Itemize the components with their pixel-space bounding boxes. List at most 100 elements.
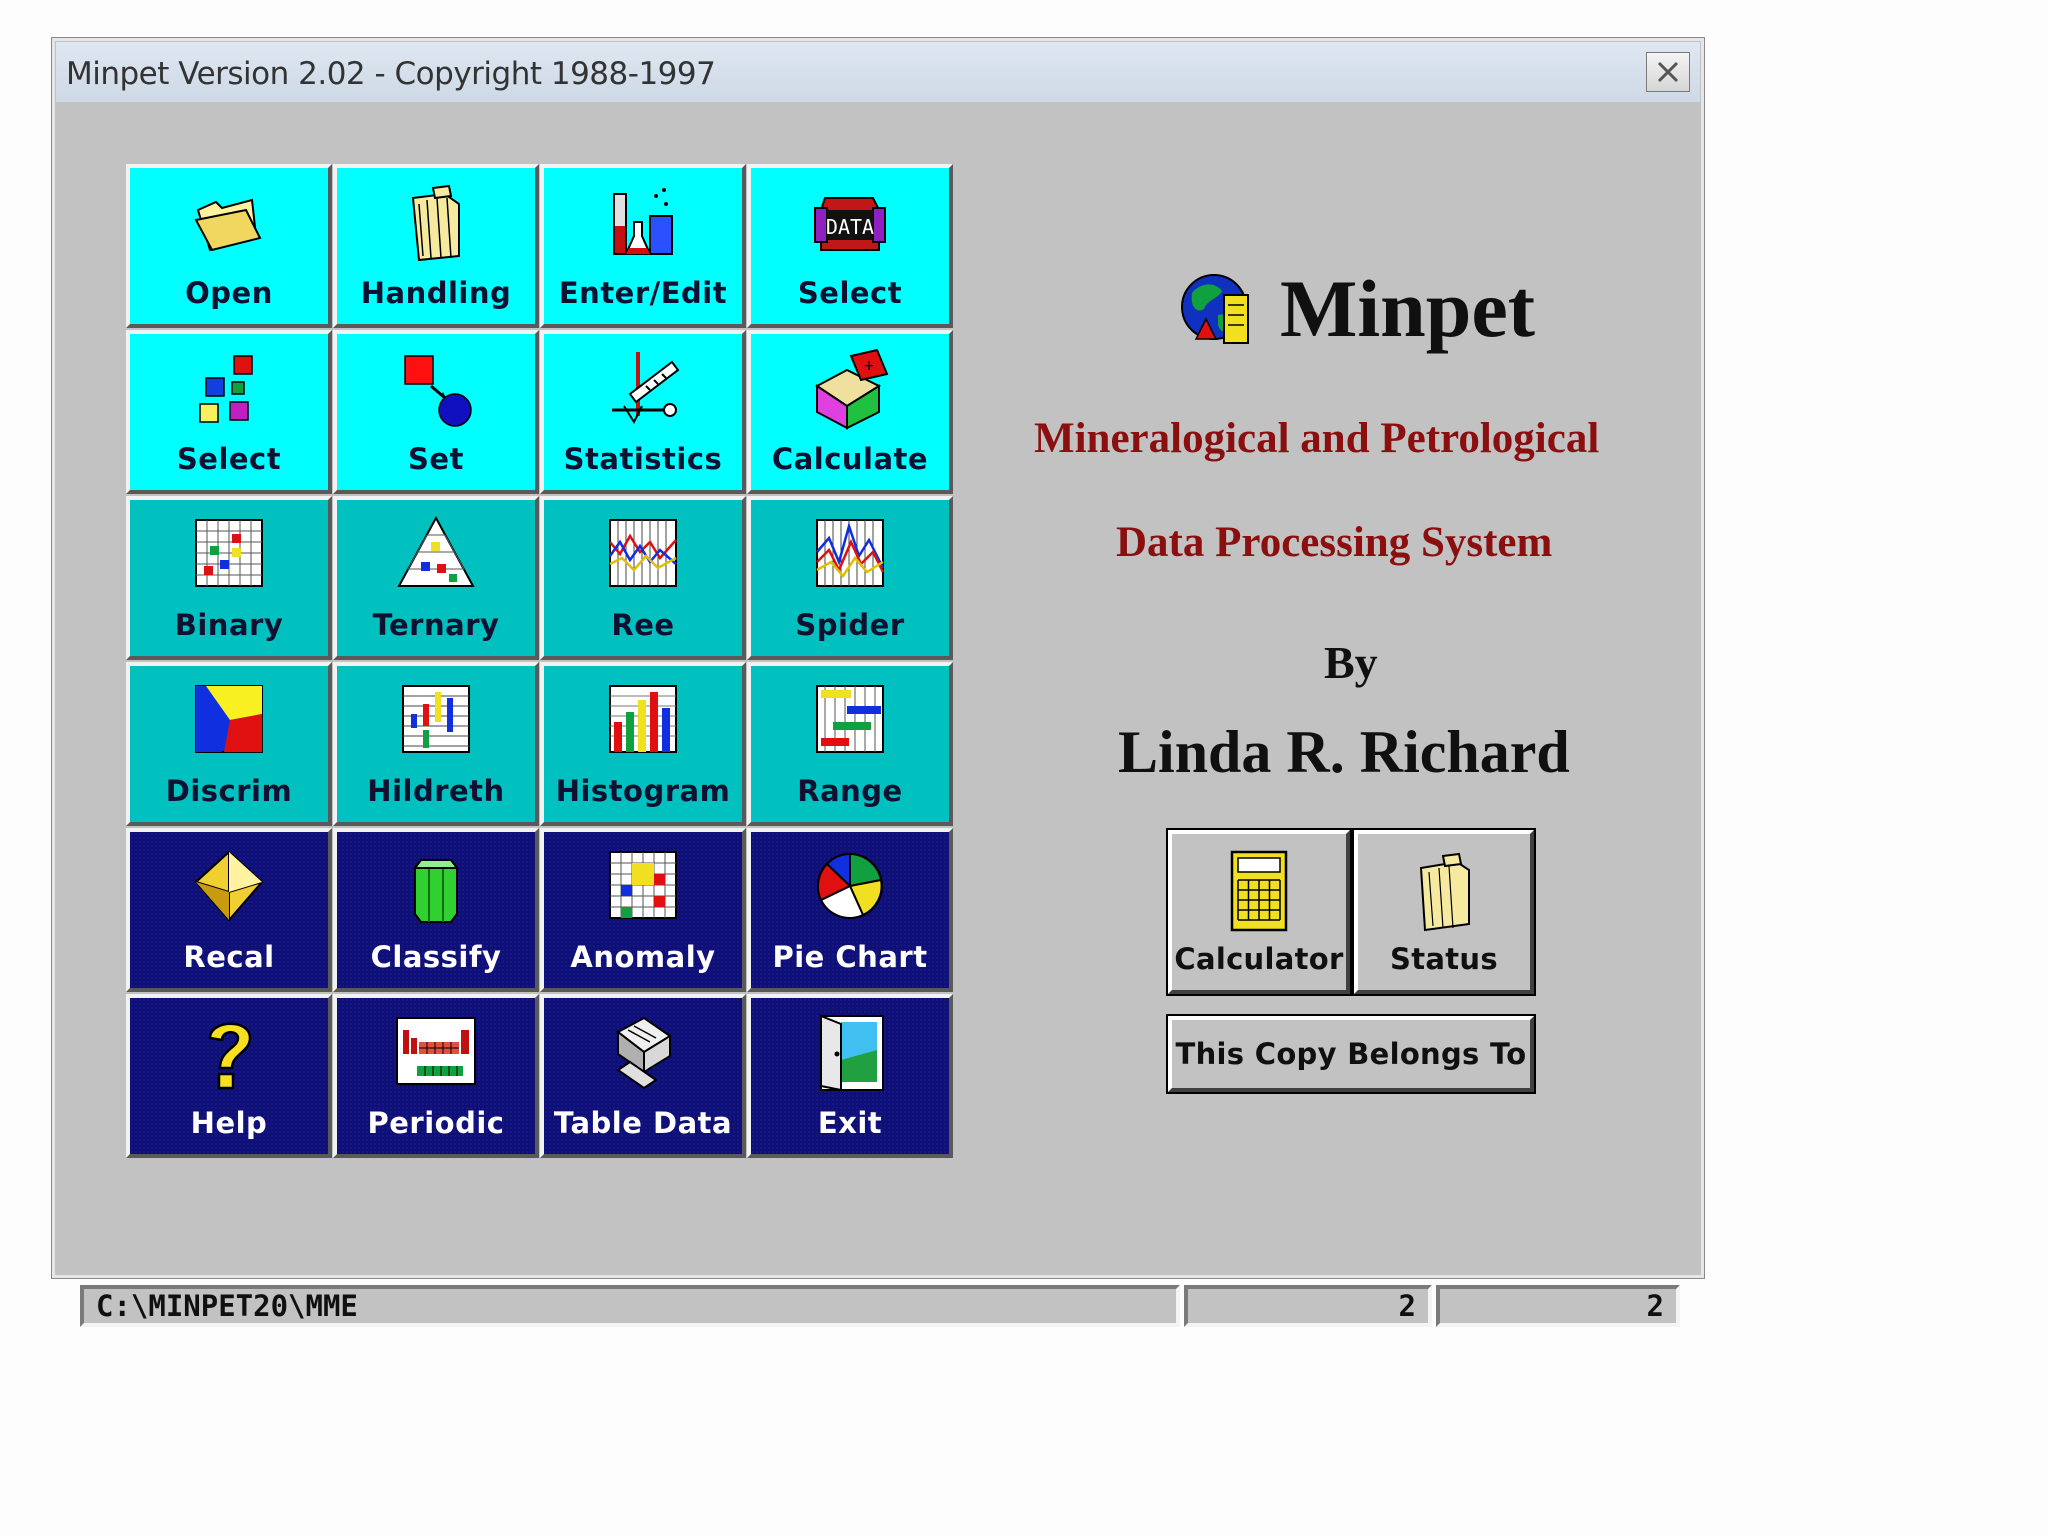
svg-text:+: + [863,358,875,374]
periodic-table-icon [396,1017,476,1085]
binary-button[interactable]: Binary [126,496,332,660]
tile-label: Ree [611,608,675,642]
periodic-button[interactable]: Periodic [333,994,539,1158]
classify-button[interactable]: Classify [333,828,539,992]
tile-label: Enter/Edit [558,276,728,310]
pie-chart-icon [816,852,883,919]
select-button[interactable]: Select [126,330,332,494]
app-window: Minpet Version 2.02 - Copyright 1988-199… [51,37,1705,1327]
client-area: Open Handling Enter/Edit DATA Select Sel… [58,102,1698,1327]
calculator-icon [1230,850,1288,932]
tile-label: Statistics [563,442,723,476]
pie-chart-button[interactable]: Pie Chart [747,828,953,992]
folder-open-icon [194,198,262,252]
status-label: Status [1390,942,1498,976]
tile-label: Hildreth [367,774,505,808]
prism-icon [413,859,459,923]
tile-label: Histogram [555,774,731,808]
tile-label: Recal [183,940,275,974]
tile-label: Select [176,442,282,476]
anomaly-grid-icon [609,851,677,919]
tile-label: Set [408,442,464,476]
status-folder-icon [1419,852,1470,932]
calculator-button[interactable]: Calculator [1168,830,1350,994]
binary-plot-icon [195,519,263,587]
credit-by: By [1324,637,1378,688]
spider-plot-icon [816,519,885,587]
file-folder-icon [411,184,460,262]
recal-button[interactable]: Recal [126,828,332,992]
status-button[interactable]: Status [1354,830,1534,994]
range-plot-icon [816,685,884,753]
tile-label: Select [797,276,903,310]
status-count-b: 2 [1436,1285,1680,1327]
tile-label: Handling [360,276,512,310]
histogram-icon [609,685,677,753]
globe-icon [1181,274,1249,344]
range-button[interactable]: Range [747,662,953,826]
histogram-button[interactable]: Histogram [540,662,746,826]
tile-label: Open [185,276,273,310]
set-shapes-icon [404,355,472,427]
enter-edit-button[interactable]: Enter/Edit [540,164,746,328]
tile-label: Exit [817,1106,883,1140]
statistics-tools-icon [612,352,680,425]
author-name: Linda R. Richard [1118,719,1570,785]
tile-label: Anomaly [570,940,716,974]
hildreth-plot-icon [402,685,470,753]
data-select-button[interactable]: DATA Select [747,164,953,328]
lab-flask-icon [613,188,673,255]
subtitle-line-2: Data Processing System [1116,519,1553,566]
tile-label: Classify [370,940,502,974]
open-button[interactable]: Open [126,164,332,328]
ree-button[interactable]: Ree [540,496,746,660]
close-icon [1657,61,1679,83]
tile-label: Discrim [165,774,293,808]
app-brand: Minpet [1178,262,1535,356]
spider-button[interactable]: Spider [747,496,953,660]
calculate-cube-icon: + [815,348,889,430]
tile-label: Help [190,1106,268,1140]
title-bar[interactable]: Minpet Version 2.02 - Copyright 1988-199… [56,42,1700,102]
copy-owner-button[interactable]: This Copy Belongs To [1168,1016,1534,1092]
svg-text:DATA: DATA [826,215,874,239]
exit-door-icon [820,1014,884,1092]
discrim-plot-icon [195,685,263,753]
discrim-button[interactable]: Discrim [126,662,332,826]
tile-label: Range [797,774,903,808]
help-button[interactable]: Help [126,994,332,1158]
ternary-button[interactable]: Ternary [333,496,539,660]
tile-label: Periodic [367,1106,505,1140]
colored-squares-icon [199,355,253,423]
status-path: C:\MINPET20\MME [80,1285,1180,1327]
data-icon: DATA [814,197,886,251]
tile-label: Calculate [771,442,929,476]
tile-label: Table Data [553,1106,733,1140]
anomaly-button[interactable]: Anomaly [540,828,746,992]
question-mark-icon [208,1022,252,1090]
ree-plot-icon [608,519,677,587]
tool-grid: Open Handling Enter/Edit DATA Select Sel… [126,164,956,1164]
hildreth-button[interactable]: Hildreth [333,662,539,826]
brand-name: Minpet [1280,263,1536,354]
status-count-a: 2 [1184,1285,1432,1327]
set-button[interactable]: Set [333,330,539,494]
subtitle-line-1: Mineralogical and Petrological [1034,415,1600,462]
handling-button[interactable]: Handling [333,164,539,328]
calculate-button[interactable]: + Calculate [747,330,953,494]
status-bar: C:\MINPET20\MME 2 2 [80,1285,1680,1327]
tile-label: Pie Chart [772,940,928,974]
calculator-label: Calculator [1174,942,1344,976]
tile-label: Ternary [372,608,500,642]
ternary-plot-icon [397,515,475,587]
exit-button[interactable]: Exit [747,994,953,1158]
tile-label: Binary [174,608,284,642]
window-title: Minpet Version 2.02 - Copyright 1988-199… [66,56,716,92]
crystal-icon [194,850,264,922]
close-button[interactable] [1646,52,1690,92]
tile-label: Spider [795,608,905,642]
statistics-button[interactable]: Statistics [540,330,746,494]
copy-owner-label: This Copy Belongs To [1175,1037,1527,1071]
table-data-button[interactable]: Table Data [540,994,746,1158]
table-data-icon [616,1016,672,1090]
